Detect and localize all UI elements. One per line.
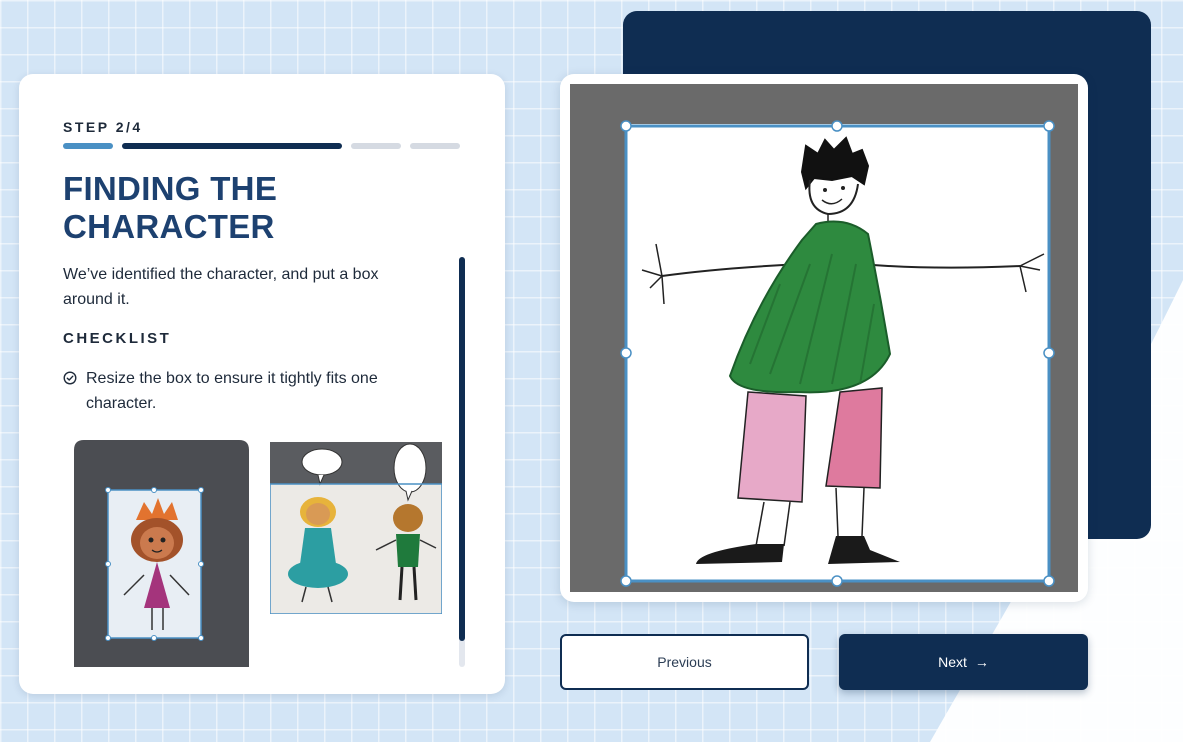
arrow-right-icon: → bbox=[974, 654, 989, 670]
scrollbar-thumb[interactable] bbox=[459, 257, 465, 641]
progress-segment-2 bbox=[122, 143, 342, 149]
step-progress bbox=[63, 143, 461, 149]
character-drawing-canvas[interactable] bbox=[570, 84, 1078, 592]
step-description: We’ve identified the character, and put … bbox=[63, 266, 379, 308]
checklist-item: Resize the box to ensure it tightly fits… bbox=[63, 366, 423, 416]
step-label: STEP 2/4 bbox=[63, 119, 143, 135]
next-button[interactable]: Next → bbox=[839, 634, 1088, 690]
example-image-two-characters bbox=[270, 442, 442, 614]
progress-segment-3 bbox=[351, 143, 401, 149]
progress-segment-4 bbox=[410, 143, 460, 149]
instructions-card: STEP 2/4 FINDING THE CHARACTER We’ve ide… bbox=[19, 74, 505, 694]
check-circle-icon bbox=[63, 371, 77, 385]
checklist-item-text: Resize the box to ensure it tightly fits… bbox=[86, 370, 378, 412]
previous-button-label: Previous bbox=[657, 654, 712, 670]
character-preview-card bbox=[560, 74, 1088, 602]
progress-segment-1 bbox=[63, 143, 113, 149]
example-image-single-character bbox=[74, 440, 249, 667]
next-button-label: Next bbox=[938, 654, 967, 670]
page-title: FINDING THE CHARACTER bbox=[63, 170, 278, 245]
previous-button[interactable]: Previous bbox=[560, 634, 809, 690]
checklist-heading: CHECKLIST bbox=[63, 330, 172, 347]
